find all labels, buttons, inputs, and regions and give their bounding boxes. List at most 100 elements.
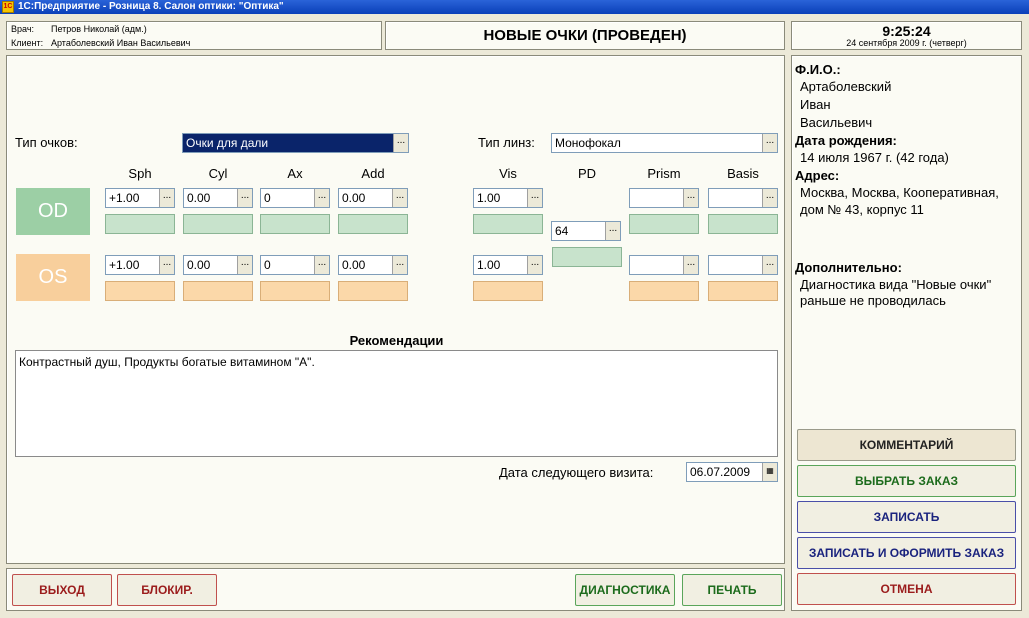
os-cyl-secondary — [183, 281, 253, 301]
block-button[interactable]: БЛОКИР. — [117, 574, 217, 606]
address-line-2: дом № 43, корпус 11 — [800, 202, 924, 217]
os-sph-field[interactable]: +1.00... — [105, 255, 175, 275]
od-ax-field[interactable]: 0... — [260, 188, 330, 208]
os-prism-secondary — [629, 281, 699, 301]
od-vis-secondary — [473, 214, 543, 234]
os-prism-select-button[interactable]: ... — [683, 256, 698, 274]
od-cyl-field[interactable]: 0.00... — [183, 188, 253, 208]
lens-type-label: Тип линз: — [478, 135, 535, 150]
print-button[interactable]: ПЕЧАТЬ — [682, 574, 782, 606]
additional-line-2: раньше не проводилась — [800, 293, 946, 308]
os-vis-select-button[interactable]: ... — [527, 256, 542, 274]
od-basis-select-button[interactable]: ... — [762, 189, 777, 207]
address-label: Адрес: — [795, 168, 840, 183]
os-sph-secondary — [105, 281, 175, 301]
os-ax-secondary — [260, 281, 330, 301]
next-visit-date-field[interactable]: 06.07.2009 ▦ — [686, 462, 778, 482]
birth-date-label: Дата рождения: — [795, 133, 897, 148]
os-basis-select-button[interactable]: ... — [762, 256, 777, 274]
od-vis-field[interactable]: 1.00... — [473, 188, 543, 208]
column-header-add: Add — [361, 166, 385, 181]
od-vis-select-button[interactable]: ... — [527, 189, 542, 207]
client-first-name: Иван — [800, 97, 831, 112]
os-eye-label: OS — [16, 254, 90, 301]
pd-select-button[interactable]: ... — [605, 222, 620, 240]
glasses-type-select[interactable]: Очки для дали ... — [182, 133, 409, 153]
od-sph-select-button[interactable]: ... — [159, 189, 174, 207]
doctor-value: Петров Николай (адм.) — [51, 24, 147, 34]
diagnostics-button[interactable]: ДИАГНОСТИКА — [575, 574, 675, 606]
additional-line-1: Диагностика вида "Новые очки" — [800, 277, 992, 292]
os-ax-field[interactable]: 0... — [260, 255, 330, 275]
column-header-sph: Sph — [128, 166, 152, 181]
glasses-type-label: Тип очков: — [15, 135, 78, 150]
lens-type-select[interactable]: Монофокал ... — [551, 133, 778, 153]
app-icon: 1C — [2, 1, 14, 13]
column-header-pd: PD — [577, 166, 597, 181]
window-title: 1С:Предприятие - Розница 8. Салон оптики… — [18, 1, 284, 12]
os-ax-select-button[interactable]: ... — [314, 256, 329, 274]
client-last-name: Артаболевский — [800, 79, 892, 94]
od-add-field[interactable]: 0.00... — [338, 188, 408, 208]
address-line-1: Москва, Москва, Кооперативная, — [800, 185, 999, 200]
column-header-ax: Ax — [287, 166, 303, 181]
recommendations-textarea[interactable]: Контрастный душ, Продукты богатые витами… — [15, 350, 778, 457]
column-header-prism: Prism — [647, 166, 681, 181]
cancel-button[interactable]: ОТМЕНА — [797, 573, 1016, 605]
od-prism-field[interactable]: ... — [629, 188, 699, 208]
os-prism-field[interactable]: ... — [629, 255, 699, 275]
clock-panel: 9:25:24 24 сентября 2009 г. (четверг) — [791, 21, 1022, 50]
choose-order-button[interactable]: ВЫБРАТЬ ЗАКАЗ — [797, 465, 1016, 497]
document-title: НОВЫЕ ОЧКИ (ПРОВЕДЕН) — [483, 27, 687, 44]
os-cyl-field[interactable]: 0.00... — [183, 255, 253, 275]
pd-secondary — [552, 247, 622, 267]
od-add-select-button[interactable]: ... — [392, 189, 407, 207]
od-eye-label: OD — [16, 188, 90, 235]
header-info-panel: Врач: Петров Николай (адм.) Клиент: Арта… — [6, 21, 382, 50]
fio-label: Ф.И.О.: — [795, 62, 841, 77]
od-basis-field[interactable]: ... — [708, 188, 778, 208]
os-vis-field[interactable]: 1.00... — [473, 255, 543, 275]
os-basis-secondary — [708, 281, 778, 301]
client-value: Артаболевский Иван Васильевич — [51, 38, 191, 48]
column-header-cyl: Cyl — [208, 166, 228, 181]
od-prism-select-button[interactable]: ... — [683, 189, 698, 207]
os-cyl-select-button[interactable]: ... — [237, 256, 252, 274]
glasses-type-select-button[interactable]: ... — [393, 134, 408, 152]
client-patronymic: Васильевич — [800, 115, 873, 130]
od-sph-field[interactable]: +1.00... — [105, 188, 175, 208]
exit-button[interactable]: ВЫХОД — [12, 574, 112, 606]
clock-time: 9:25:24 — [882, 23, 931, 39]
od-basis-secondary — [708, 214, 778, 234]
column-header-vis: Vis — [499, 166, 517, 181]
next-visit-label: Дата следующего визита: — [499, 465, 654, 480]
os-add-select-button[interactable]: ... — [392, 256, 407, 274]
main-form-panel — [6, 55, 785, 564]
document-title-panel: НОВЫЕ ОЧКИ (ПРОВЕДЕН) — [385, 21, 785, 50]
column-header-basis: Basis — [727, 166, 759, 181]
os-add-field[interactable]: 0.00... — [338, 255, 408, 275]
od-sph-secondary — [105, 214, 175, 234]
od-add-secondary — [338, 214, 408, 234]
od-cyl-secondary — [183, 214, 253, 234]
od-cyl-select-button[interactable]: ... — [237, 189, 252, 207]
save-and-order-button[interactable]: ЗАПИСАТЬ И ОФОРМИТЬ ЗАКАЗ — [797, 537, 1016, 569]
doctor-label: Врач: — [11, 24, 35, 34]
od-prism-secondary — [629, 214, 699, 234]
clock-date: 24 сентября 2009 г. (четверг) — [846, 38, 967, 48]
comment-button[interactable]: КОММЕНТАРИЙ — [797, 429, 1016, 461]
save-button[interactable]: ЗАПИСАТЬ — [797, 501, 1016, 533]
window-title-bar: 1C 1С:Предприятие - Розница 8. Салон опт… — [0, 0, 1029, 14]
od-ax-select-button[interactable]: ... — [314, 189, 329, 207]
pd-field[interactable]: 64... — [551, 221, 621, 241]
birth-date-value: 14 июля 1967 г. (42 года) — [800, 150, 949, 165]
lens-type-select-button[interactable]: ... — [762, 134, 777, 152]
calendar-icon[interactable]: ▦ — [762, 463, 777, 481]
additional-label: Дополнительно: — [795, 260, 902, 275]
recommendations-label: Рекомендации — [349, 333, 444, 348]
os-add-secondary — [338, 281, 408, 301]
os-basis-field[interactable]: ... — [708, 255, 778, 275]
os-vis-secondary — [473, 281, 543, 301]
od-ax-secondary — [260, 214, 330, 234]
os-sph-select-button[interactable]: ... — [159, 256, 174, 274]
